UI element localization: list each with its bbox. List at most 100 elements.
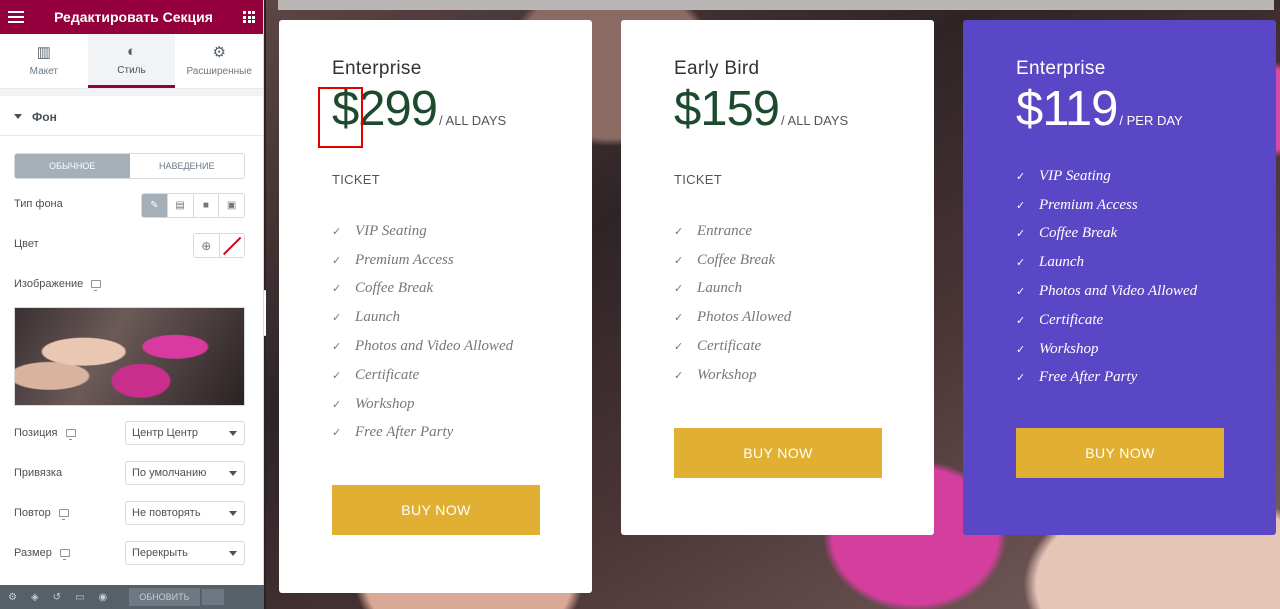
settings-icon[interactable]: ⚙ xyxy=(8,592,17,603)
dropdown-arrow-icon xyxy=(229,471,237,476)
pricing-card-featured: Enterprise $119 / PER DAY ✓ VIP Seating ✓… xyxy=(963,20,1276,535)
background-section-toggle[interactable]: Фон xyxy=(0,98,263,136)
feature-text: Premium Access xyxy=(355,251,454,268)
feature-item: ✓ Launch xyxy=(332,303,592,332)
page-canvas: Enterprise $299 / ALL DAYS TICKET ✓ VIP S… xyxy=(266,0,1280,609)
update-button[interactable]: ОБНОВИТЬ xyxy=(129,588,200,606)
feature-text: Certificate xyxy=(355,366,420,383)
size-select[interactable]: Перекрыть xyxy=(125,541,245,565)
panel-tabs: ▥ Макет ◐ Стиль ⚙ Расширенные xyxy=(0,34,263,89)
navigator-icon[interactable]: ◈ xyxy=(31,592,39,603)
feature-text: Photos and Video Allowed xyxy=(1039,283,1198,300)
slideshow-icon[interactable]: ▣ xyxy=(218,194,244,217)
price-row: $159 / ALL DAYS xyxy=(674,82,934,136)
plan-period: / ALL DAYS xyxy=(781,113,849,128)
feature-item: ✓ Launch xyxy=(1016,248,1276,277)
feature-item: ✓ Certificate xyxy=(1016,306,1276,335)
feature-text: Coffee Break xyxy=(1039,225,1118,242)
check-icon: ✓ xyxy=(1016,371,1026,385)
style-icon: ◐ xyxy=(126,42,137,60)
plan-name: Early Bird xyxy=(674,58,760,79)
tab-advanced-label: Расширенные xyxy=(186,66,252,77)
feature-text: Workshop xyxy=(697,366,757,383)
plan-price: $159 xyxy=(674,82,780,136)
pricing-card-early-bird: Early Bird $159 / ALL DAYS TICKET ✓ Entra… xyxy=(621,20,934,535)
state-hover-button[interactable]: НАВЕДЕНИЕ xyxy=(130,154,245,178)
feature-item: ✓ Coffee Break xyxy=(1016,220,1276,249)
repeat-select[interactable]: Не повторять xyxy=(125,501,245,525)
globe-icon[interactable]: ⊕ xyxy=(194,234,219,257)
color-swatch-none[interactable] xyxy=(218,234,244,257)
plan-price: $299 xyxy=(332,82,438,136)
plan-name: Enterprise xyxy=(1016,58,1106,79)
section-title: Фон xyxy=(32,109,57,124)
bg-type-label: Тип фона xyxy=(14,198,63,210)
feature-item: ✓ Free After Party xyxy=(1016,364,1276,393)
history-icon[interactable]: ↺ xyxy=(53,592,61,603)
tab-advanced[interactable]: ⚙ Расширенные xyxy=(175,34,263,88)
check-icon: ✓ xyxy=(332,340,342,354)
plan-price: $119 xyxy=(1016,82,1118,136)
feature-text: Coffee Break xyxy=(355,280,434,297)
feature-item: ✓ Workshop xyxy=(1016,335,1276,364)
check-icon: ✓ xyxy=(332,282,342,296)
feature-item: ✓ Workshop xyxy=(674,361,934,390)
panel-footer: ⚙ ◈ ↺ ▭ ◉ ОБНОВИТЬ xyxy=(0,585,264,609)
feature-list: ✓ Entrance ✓ Coffee Break ✓ Launch ✓ Photos … xyxy=(674,217,934,390)
check-icon: ✓ xyxy=(674,224,684,238)
feature-list: ✓ VIP Seating ✓ Premium Access ✓ Coffee Bre… xyxy=(1016,162,1276,392)
feature-text: Photos and Video Allowed xyxy=(355,338,514,355)
video-icon[interactable]: ■ xyxy=(192,194,219,217)
position-label-text: Позиция xyxy=(14,427,58,439)
feature-item: ✓ Coffee Break xyxy=(674,246,934,275)
check-icon: ✓ xyxy=(674,311,684,325)
check-icon: ✓ xyxy=(1016,313,1026,327)
background-image-preview[interactable] xyxy=(14,307,245,406)
panel-body: Фон ОБЫЧНОЕ НАВЕДЕНИЕ Тип фона ✎ ▤ ■ ▣ Ц… xyxy=(0,98,263,585)
buy-now-button[interactable]: BUY NOW xyxy=(1016,428,1224,478)
check-icon: ✓ xyxy=(332,397,342,411)
tab-style[interactable]: ◐ Стиль xyxy=(87,34,176,88)
feature-text: Free After Party xyxy=(1039,369,1138,386)
preview-eye-icon[interactable]: ◉ xyxy=(99,592,108,603)
check-icon: ✓ xyxy=(332,253,342,267)
plan-period: / PER DAY xyxy=(1119,113,1183,128)
responsive-icon[interactable]: ▭ xyxy=(75,592,84,603)
menu-icon[interactable] xyxy=(8,11,24,23)
state-normal-button[interactable]: ОБЫЧНОЕ xyxy=(15,154,130,178)
repeat-label-text: Повтор xyxy=(14,507,51,519)
buy-now-button[interactable]: BUY NOW xyxy=(332,485,540,535)
feature-item: ✓ Premium Access xyxy=(1016,191,1276,220)
repeat-label: Повтор xyxy=(14,507,69,520)
monitor-icon[interactable] xyxy=(59,549,70,560)
price-row: $299 / ALL DAYS xyxy=(332,82,592,136)
monitor-icon[interactable] xyxy=(91,280,102,291)
check-icon: ✓ xyxy=(332,426,342,440)
feature-text: Certificate xyxy=(697,338,762,355)
panel-header: Редактировать Секция xyxy=(0,0,263,34)
check-icon: ✓ xyxy=(1016,285,1026,299)
monitor-icon[interactable] xyxy=(58,509,69,520)
gradient-icon[interactable]: ▤ xyxy=(166,194,193,217)
feature-item: ✓ Free After Party xyxy=(332,419,592,448)
brush-icon[interactable]: ✎ xyxy=(142,194,167,217)
widgets-grid-icon[interactable] xyxy=(243,11,255,23)
check-icon: ✓ xyxy=(1016,227,1026,241)
feature-text: Launch xyxy=(1039,254,1084,271)
attachment-select[interactable]: По умолчанию xyxy=(125,461,245,485)
feature-item: ✓ Photos and Video Allowed xyxy=(332,332,592,361)
monitor-icon[interactable] xyxy=(65,429,76,440)
feature-item: ✓ Entrance xyxy=(674,217,934,246)
feature-item: ✓ Premium Access xyxy=(332,246,592,275)
update-options-button[interactable] xyxy=(201,589,224,605)
attachment-value: По умолчанию xyxy=(132,467,207,479)
feature-text: Photos Allowed xyxy=(697,309,792,326)
feature-text: VIP Seating xyxy=(1039,167,1111,184)
buy-now-button[interactable]: BUY NOW xyxy=(674,428,882,478)
feature-text: Premium Access xyxy=(1039,196,1138,213)
feature-item: ✓ VIP Seating xyxy=(1016,162,1276,191)
position-select[interactable]: Центр Центр xyxy=(125,421,245,445)
tab-layout[interactable]: ▥ Макет xyxy=(0,34,88,88)
feature-item: ✓ Photos Allowed xyxy=(674,303,934,332)
tab-layout-label: Макет xyxy=(29,66,58,77)
